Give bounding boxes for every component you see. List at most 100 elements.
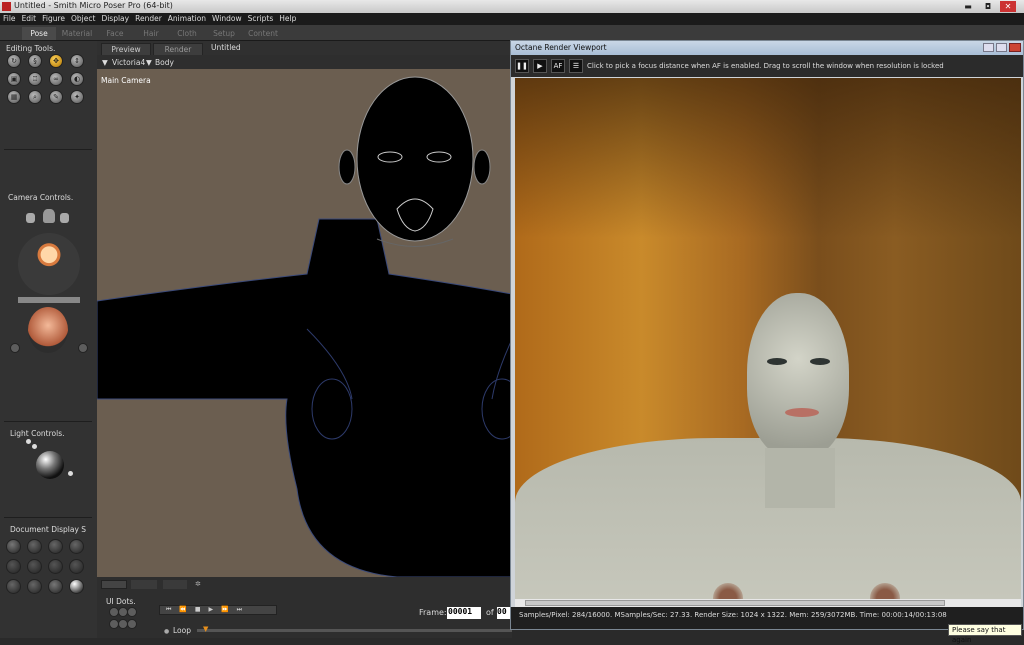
- light-sphere-icon[interactable]: [36, 451, 64, 479]
- octane-maximize-button[interactable]: [996, 43, 1007, 52]
- menu-object[interactable]: Object: [68, 13, 98, 24]
- preview-style-icon[interactable]: [69, 579, 84, 594]
- panel-toggle-button[interactable]: [101, 580, 127, 589]
- twist-tool-icon[interactable]: §: [28, 54, 42, 68]
- room-tab-cloth[interactable]: Cloth: [170, 27, 204, 40]
- close-button[interactable]: ✕: [1000, 1, 1016, 12]
- figure-dropdown-arrow-icon[interactable]: ▼: [102, 58, 108, 67]
- menu-figure[interactable]: Figure: [39, 13, 68, 24]
- menu-display[interactable]: Display: [98, 13, 132, 24]
- room-tab-pose[interactable]: Pose: [22, 27, 56, 40]
- ui-dots-header: UI Dots.: [106, 597, 136, 606]
- light-dot-icon[interactable]: [68, 471, 73, 476]
- editing-tools-grid: ↻ § ✥ ⇕ ▣ ♖ ∞ ◐ ▦ ⌕ ✎ ✦: [7, 54, 91, 104]
- figure-select[interactable]: Victoria4: [112, 58, 145, 67]
- minimize-button[interactable]: ▬: [960, 1, 976, 12]
- room-tab-face[interactable]: Face: [98, 27, 132, 40]
- room-tab-content[interactable]: Content: [244, 27, 282, 40]
- grouping-tool-icon[interactable]: ▦: [7, 90, 21, 104]
- translate-in-out-tool-icon[interactable]: ⇕: [70, 54, 84, 68]
- menu-edit[interactable]: Edit: [19, 13, 40, 24]
- panel-divider: [4, 421, 92, 422]
- silhouette-style-icon[interactable]: [6, 539, 21, 554]
- room-tab-hair[interactable]: Hair: [134, 27, 168, 40]
- part-dropdown-arrow-icon[interactable]: ▼: [146, 58, 152, 67]
- scrollbar-thumb[interactable]: [525, 600, 945, 606]
- ui-dot-3[interactable]: [127, 607, 137, 617]
- tab-render[interactable]: Render: [153, 43, 203, 55]
- horizontal-scrollbar[interactable]: [515, 599, 1021, 607]
- smooth-lined-style-icon[interactable]: [27, 579, 42, 594]
- render-image[interactable]: [515, 78, 1021, 599]
- menu-window[interactable]: Window: [209, 13, 245, 24]
- smooth-shaded-style-icon[interactable]: [6, 579, 21, 594]
- light-dot-icon[interactable]: [26, 439, 31, 444]
- autofocus-button[interactable]: AF: [551, 59, 565, 73]
- loop-label: Loop: [173, 626, 191, 635]
- left-hand-camera-icon[interactable]: [26, 213, 35, 223]
- tab-preview[interactable]: Preview: [101, 43, 151, 55]
- part-select[interactable]: Body: [155, 58, 174, 67]
- key-icon[interactable]: ✲: [195, 580, 205, 589]
- right-hand-camera-icon[interactable]: [60, 213, 69, 223]
- of-label: of: [486, 608, 494, 617]
- camera-left-icon[interactable]: [10, 343, 20, 353]
- menu-file[interactable]: File: [0, 13, 19, 24]
- camera-trackball-icon[interactable]: [28, 307, 68, 353]
- translate-tool-icon[interactable]: ✥: [49, 54, 63, 68]
- window-title: Untitled - Smith Micro Poser Pro (64-bit…: [14, 1, 173, 10]
- pause-icon[interactable]: ❚❚: [515, 59, 529, 73]
- room-tab-setup[interactable]: Setup: [206, 27, 242, 40]
- camera-right-icon[interactable]: [78, 343, 88, 353]
- main-camera-figure-icon[interactable]: [18, 233, 80, 295]
- timeline-handle-icon[interactable]: ▼: [203, 625, 208, 633]
- view-magnifier-icon[interactable]: ⌕: [28, 90, 42, 104]
- camera-trackball-bar[interactable]: [18, 297, 80, 303]
- direct-manipulation-icon[interactable]: ✦: [70, 90, 84, 104]
- maximize-button[interactable]: ◘: [980, 1, 996, 12]
- rendered-lips: [785, 408, 819, 417]
- room-tab-material[interactable]: Material: [58, 27, 96, 40]
- menu-help[interactable]: Help: [276, 13, 299, 24]
- timeline-slider[interactable]: [197, 629, 512, 632]
- ui-dots-grid: [109, 607, 137, 629]
- document-display-header: Document Display S: [10, 525, 87, 534]
- flat-shaded-style-icon[interactable]: [27, 559, 42, 574]
- settings-icon[interactable]: ☰: [569, 59, 583, 73]
- document-title: Untitled: [211, 43, 241, 52]
- panel-divider: [4, 149, 92, 150]
- octane-minimize-button[interactable]: [983, 43, 994, 52]
- document-viewport[interactable]: Main Camera: [97, 69, 512, 577]
- rotate-tool-icon[interactable]: ↻: [7, 54, 21, 68]
- loop-radio-icon[interactable]: ●: [164, 628, 169, 635]
- scale-tool-icon[interactable]: ▣: [7, 72, 21, 86]
- morphing-tool-icon[interactable]: ✎: [49, 90, 63, 104]
- menu-scripts[interactable]: Scripts: [245, 13, 277, 24]
- camera-controls-header: Camera Controls.: [8, 193, 74, 202]
- texture-shaded-style-icon[interactable]: [48, 579, 63, 594]
- menu-render[interactable]: Render: [132, 13, 165, 24]
- rendered-left-eye: [767, 358, 787, 365]
- taper-tool-icon[interactable]: ♖: [28, 72, 42, 86]
- cartoon-style-icon[interactable]: [69, 559, 84, 574]
- frame-field[interactable]: 00001: [447, 607, 481, 619]
- play-icon[interactable]: ▶: [533, 59, 547, 73]
- color-tool-icon[interactable]: ◐: [70, 72, 84, 86]
- menu-animation[interactable]: Animation: [165, 13, 209, 24]
- playback-controls[interactable]: ⏮⏪■▶⏩⏭: [159, 605, 277, 615]
- flat-lined-style-icon[interactable]: [48, 559, 63, 574]
- panel-toggle-button-3[interactable]: [163, 580, 187, 589]
- outline-style-icon[interactable]: [27, 539, 42, 554]
- octane-close-button[interactable]: [1009, 43, 1021, 52]
- ui-dot-6[interactable]: [127, 619, 137, 629]
- light-dot-icon[interactable]: [32, 444, 37, 449]
- lit-wireframe-style-icon[interactable]: [6, 559, 21, 574]
- wireframe-figure[interactable]: [97, 69, 512, 577]
- face-camera-icon[interactable]: [43, 209, 55, 223]
- chain-break-tool-icon[interactable]: ∞: [49, 72, 63, 86]
- left-tools-panel: Editing Tools. ↻ § ✥ ⇕ ▣ ♖ ∞ ◐ ▦ ⌕ ✎ ✦ C…: [0, 41, 97, 638]
- wireframe-style-icon[interactable]: [48, 539, 63, 554]
- panel-toggle-button-2[interactable]: [131, 580, 157, 589]
- hidden-line-style-icon[interactable]: [69, 539, 84, 554]
- rendered-neck: [765, 448, 835, 508]
